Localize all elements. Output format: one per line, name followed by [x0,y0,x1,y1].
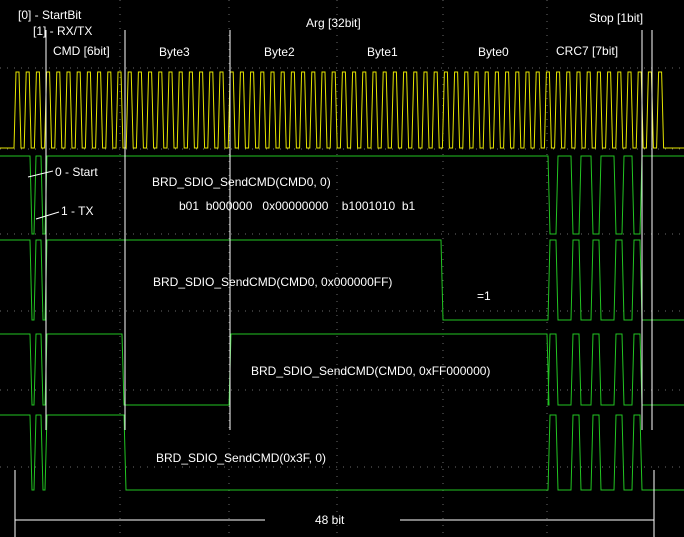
byte0-label: Byte0 [478,45,509,59]
trace-1-bits: b01 b000000 0x00000000 b1001010 b1 [179,199,416,213]
crc7-label: CRC7 [7bit] [556,44,619,58]
start-pointer [27,170,54,178]
byte2-label: Byte2 [264,45,295,59]
tx-pointer [35,211,60,220]
rxtx-label: [1] - RX/TX [33,24,93,38]
oscilloscope-view: [0] - StartBit [1] - RX/TX CMD [6bit] Ar… [0,0,684,537]
trace-4-caption: BRD_SDIO_SendCMD(0x3F, 0) [156,451,327,465]
byte1-label: Byte1 [367,45,398,59]
cmd-label: CMD [6bit] [53,44,110,58]
total-bits-label: 48 bit [315,513,345,527]
scope-canvas [0,0,684,537]
arg-label: Arg [32bit] [306,16,361,30]
byte3-label: Byte3 [159,45,190,59]
clock-signal [0,71,684,149]
trace-3-caption: BRD_SDIO_SendCMD(CMD0, 0xFF000000) [251,364,491,378]
data-trace-cmd0-0 [0,155,684,235]
stop-label: Stop [1bit] [589,11,644,25]
trace-2-note: =1 [477,289,491,303]
start-bit-label: [0] - StartBit [18,8,82,22]
data-trace-0x3f [0,414,684,491]
trace-1-caption: BRD_SDIO_SendCMD(CMD0, 0) [152,175,331,189]
tx-annotation: 1 - TX [61,204,94,218]
start-annotation: 0 - Start [55,165,98,179]
trace-2-caption: BRD_SDIO_SendCMD(CMD0, 0x000000FF) [153,275,393,289]
